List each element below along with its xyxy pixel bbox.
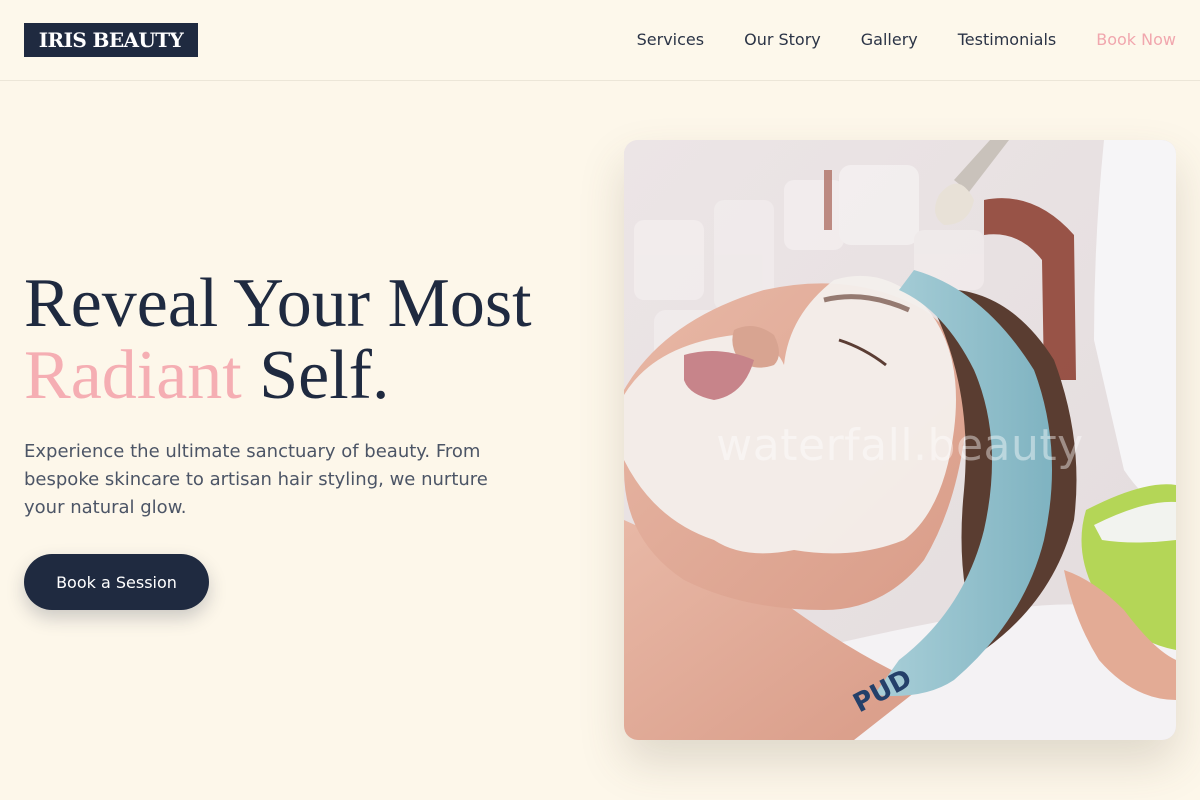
hero-title: Reveal Your Most Radiant Self. — [24, 268, 532, 412]
hero-title-line2: Self. — [241, 337, 390, 414]
hero-image: PUD waterfall.beauty — [624, 140, 1176, 740]
hero-title-line1: Reveal Your Most — [24, 265, 532, 342]
site-header: IRIS BEAUTY Services Our Story Gallery T… — [0, 0, 1200, 81]
hero-title-accent: Radiant — [24, 337, 242, 414]
main-nav: Services Our Story Gallery Testimonials … — [637, 0, 1176, 78]
nav-link-testimonials[interactable]: Testimonials — [958, 30, 1057, 49]
nav-book-now-link[interactable]: Book Now — [1096, 30, 1176, 49]
nav-link-our-story[interactable]: Our Story — [744, 30, 821, 49]
facial-treatment-illustration: PUD — [624, 140, 1176, 740]
hero-subtitle: Experience the ultimate sanctuary of bea… — [24, 441, 488, 518]
nav-link-gallery[interactable]: Gallery — [861, 30, 918, 49]
nav-link-services[interactable]: Services — [637, 30, 704, 49]
book-session-button[interactable]: Book a Session — [24, 554, 209, 610]
brand-logo[interactable]: IRIS BEAUTY — [24, 23, 198, 57]
